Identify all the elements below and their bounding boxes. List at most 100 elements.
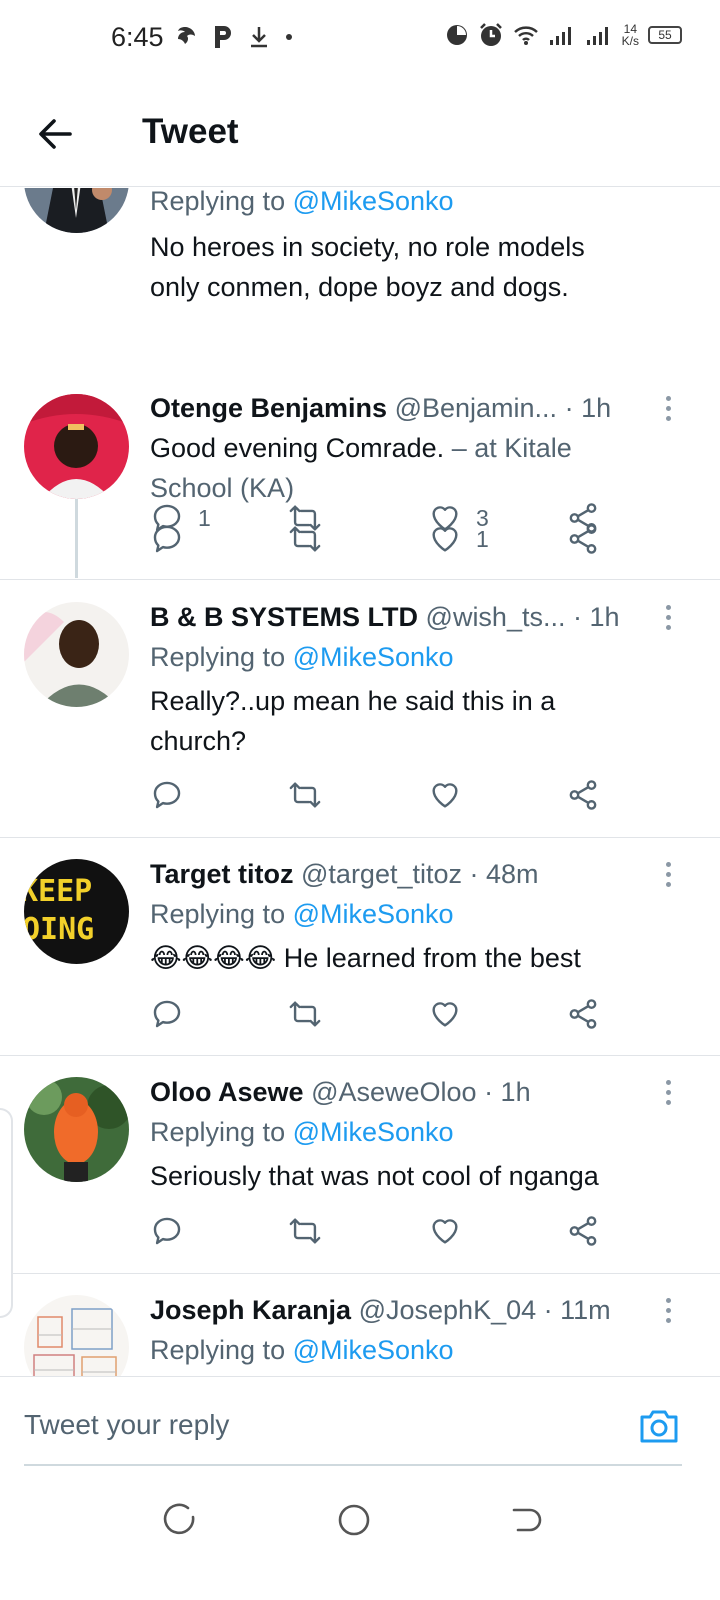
p-app-icon [212,24,234,50]
more-options-button[interactable] [656,856,680,892]
status-bar: 6:45 14 K/s 55 [0,0,720,80]
retweet-button[interactable] [288,994,322,1034]
replying-to: Replying to @MikeSonko [150,1335,454,1365]
share-icon [569,1216,597,1246]
like-button[interactable] [428,994,462,1034]
avatar-text: OING [24,912,94,947]
back-button[interactable] [36,114,76,154]
tweet-actions [150,994,620,1034]
tweet-text: Good evening Comrade. – at Kitale School… [150,433,572,503]
avatar[interactable] [24,1295,129,1376]
retweet-icon [289,1218,321,1244]
like-button[interactable]: 1 [428,519,489,559]
tweet-time: · 1h [564,393,612,423]
edge-panel-handle[interactable] [0,1108,13,1318]
avatar[interactable] [24,1077,129,1182]
tweet-header: Oloo Asewe @AseweOloo · 1h [150,1074,670,1110]
avatar[interactable] [24,188,129,233]
more-options-button[interactable] [656,1074,680,1110]
status-right-icons: 14 K/s 55 [445,22,682,48]
avatar[interactable] [24,394,129,499]
share-icon [569,780,597,810]
wifi-icon [513,26,538,45]
share-button[interactable] [566,1211,600,1251]
share-button[interactable] [566,519,600,559]
battery-indicator: 55 [648,26,682,44]
more-options-button[interactable] [656,390,680,426]
display-name[interactable]: Otenge Benjamins [150,393,387,423]
mention-link[interactable]: @MikeSonko [293,1335,454,1365]
display-name[interactable]: Joseph Karanja [150,1295,351,1325]
back-nav-icon [512,1508,542,1532]
heart-icon [432,527,458,552]
display-name[interactable]: B & B SYSTEMS LTD [150,602,418,632]
mention-link[interactable]: @MikeSonko [293,1117,454,1147]
status-time: 6:45 [111,22,164,52]
recents-icon [163,1503,195,1535]
reply-button[interactable] [150,775,184,815]
more-options-button[interactable] [656,599,680,635]
replying-to: Replying to @MikeSonko [150,1117,454,1147]
alarm-icon [479,23,502,46]
back-nav-button[interactable] [508,1502,544,1538]
heart-icon [432,1002,458,1027]
replying-to: Replying to @MikeSonko [150,642,454,672]
share-button[interactable] [566,775,600,815]
display-name[interactable]: Target titoz [150,859,294,889]
tweet-item[interactable]: Oloo Asewe @AseweOloo · 1h Replying to @… [0,1056,720,1274]
tweet-item[interactable]: KEEP OING Target titoz @target_titoz · 48… [0,838,720,1056]
replies-feed[interactable]: Replying to @MikeSonko No heroes in soci… [0,188,720,1376]
status-left-icons [172,24,294,50]
retweet-icon [289,526,321,552]
avatar[interactable] [24,602,129,707]
replying-to: Replying to @MikeSonko [150,899,454,929]
tweet-actions [150,775,620,815]
tweet-time: · 1h [573,602,620,632]
dot-icon [284,32,294,42]
user-handle: @wish_ts... [425,602,566,632]
like-button[interactable] [428,775,462,815]
location-text[interactable]: – at Kitale [452,433,572,463]
tweet-text: No heroes in society, no role models onl… [150,232,585,302]
user-handle: @Benjamin... [394,393,558,423]
reply-icon [153,525,181,553]
user-handle: @AseweOloo [311,1077,477,1107]
retweet-icon [289,1001,321,1027]
share-icon [569,524,597,554]
avatar[interactable]: KEEP OING [24,859,129,964]
tweet-item[interactable]: Otenge Benjamins @Benjamin... · 1h Good … [0,390,720,580]
like-count: 1 [476,525,489,552]
reply-button[interactable] [150,1211,184,1251]
page-title: Tweet [142,112,239,151]
display-name[interactable]: Oloo Asewe [150,1077,304,1107]
like-button[interactable] [428,1211,462,1251]
tweet-actions: 1 [150,519,620,559]
tweet-time: · 11m [543,1295,611,1325]
reply-button[interactable] [150,994,184,1034]
tweet-header: B & B SYSTEMS LTD @wish_ts... · 1h [150,599,670,635]
tweet-item[interactable]: Joseph Karanja @JosephK_04 · 11m Replyin… [0,1274,720,1376]
tweet-header: Otenge Benjamins @Benjamin... · 1h [150,390,670,426]
mention-link[interactable]: @MikeSonko [293,188,454,216]
home-button[interactable] [336,1502,372,1538]
mention-link[interactable]: @MikeSonko [293,899,454,929]
reply-input[interactable]: Tweet your reply [24,1409,229,1441]
heart-icon [432,1219,458,1244]
retweet-button[interactable] [288,519,322,559]
reply-icon [153,1217,181,1245]
camera-icon [640,1410,678,1443]
retweet-button[interactable] [288,775,322,815]
home-circle-icon [338,1504,370,1536]
tweet-text: 😂😂😂😂 He learned from the best [150,943,581,973]
retweet-button[interactable] [288,1211,322,1251]
reply-button[interactable] [150,519,184,559]
reply-icon [153,1000,181,1028]
share-button[interactable] [566,994,600,1034]
reply-icon [153,781,181,809]
more-options-button[interactable] [656,1292,680,1328]
camera-button[interactable] [638,1405,680,1447]
mention-link[interactable]: @MikeSonko [293,642,454,672]
arrow-left-icon [39,119,72,149]
tweet-item[interactable]: B & B SYSTEMS LTD @wish_ts... · 1h Reply… [0,580,720,838]
recents-button[interactable] [162,1502,198,1538]
